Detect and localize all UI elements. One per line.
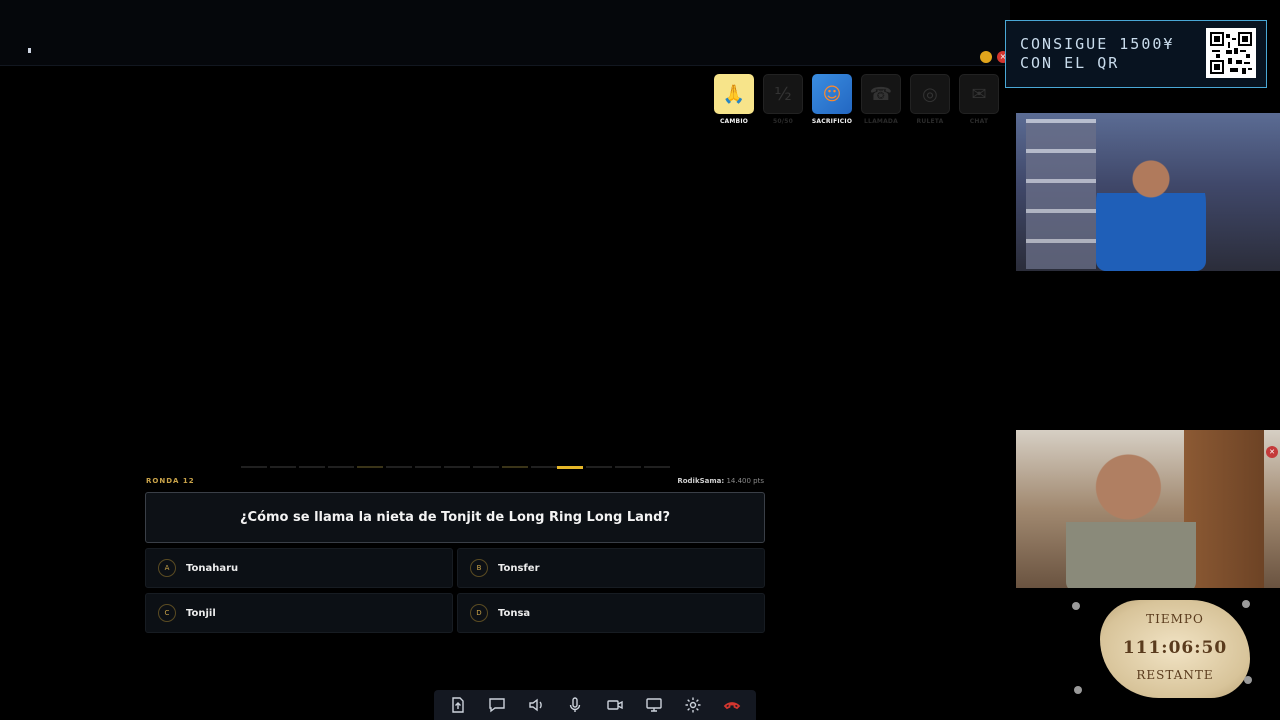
call-toolbar <box>434 690 756 720</box>
speaker-button[interactable] <box>522 692 550 718</box>
powerup-label: 50/50 <box>773 118 793 125</box>
answer-text: Tonsa <box>498 607 531 619</box>
answer-letter: C <box>158 604 176 622</box>
phone-call-icon: ☎ <box>861 74 901 114</box>
powerup-label: LLAMADA <box>864 118 898 125</box>
microphone-icon <box>570 697 581 712</box>
share-screen-button[interactable] <box>444 692 472 718</box>
answer-c[interactable]: C Tonjil <box>145 593 453 633</box>
answer-letter: A <box>158 559 176 577</box>
screen-icon <box>646 698 662 712</box>
powerup-chat[interactable]: ✉ CHAT <box>959 74 999 125</box>
promo-line-1: CONSIGUE 1500¥ <box>1020 35 1175 53</box>
powerup-label: CHAT <box>969 118 989 125</box>
streamer-avatar <box>1096 153 1206 271</box>
answer-b[interactable]: B Tonsfer <box>457 548 765 588</box>
timer-title: TIEMPO <box>1146 612 1204 626</box>
powerup-llamada[interactable]: ☎ LLAMADA <box>861 74 901 125</box>
qr-code-icon <box>1206 28 1256 78</box>
player-points: 14.400 pts <box>726 477 764 485</box>
round-progress <box>241 466 671 469</box>
share-screen-icon <box>451 697 464 713</box>
chat-icon: ✉ <box>959 74 999 114</box>
answer-letter: B <box>470 559 488 577</box>
answer-text: Tonaharu <box>186 562 239 574</box>
player-score: RodikSama: 14.400 pts <box>600 477 764 485</box>
chat-icon <box>489 698 505 713</box>
powerup-label: RULETA <box>916 118 944 125</box>
fifty-fifty-icon: ½ <box>763 74 803 114</box>
answer-a[interactable]: A Tonaharu <box>145 548 453 588</box>
top-bar <box>0 0 1010 66</box>
powerup-cambio[interactable]: 🙏 CAMBIO <box>714 74 754 125</box>
hang-up-button[interactable] <box>718 692 746 718</box>
muted-icon: ✕ <box>1266 446 1278 458</box>
character-icon: ☺ <box>812 74 852 114</box>
mouse-cursor <box>28 48 31 53</box>
hands-icon: 🙏 <box>714 74 754 114</box>
settings-button[interactable] <box>679 692 707 718</box>
promo-line-2: CON EL QR <box>1020 54 1120 72</box>
webcam-streamer <box>1016 113 1280 271</box>
answer-letter: D <box>470 604 488 622</box>
powerup-50-50[interactable]: ½ 50/50 <box>763 74 803 125</box>
guest-avatar <box>1066 442 1196 588</box>
countdown-timer: TIEMPO 111:06:50 RESTANTE <box>1070 596 1260 704</box>
powerup-ruleta[interactable]: ◎ RULETA <box>910 74 950 125</box>
round-label: RONDA 12 <box>146 477 195 485</box>
webcam-guest: ✕ <box>1016 430 1280 588</box>
minimize-button[interactable] <box>980 51 992 63</box>
answer-text: Tonjil <box>186 607 216 619</box>
answer-d[interactable]: D Tonsa <box>457 593 765 633</box>
qr-promo-banner[interactable]: CONSIGUE 1500¥ CON EL QR <box>1005 20 1267 88</box>
question-box: ¿Cómo se llama la nieta de Tonjit de Lon… <box>145 492 765 543</box>
hang-up-icon <box>724 702 741 710</box>
timer-value: 111:06:50 <box>1122 638 1228 658</box>
camera-icon <box>606 700 623 710</box>
chat-button[interactable] <box>483 692 511 718</box>
roulette-icon: ◎ <box>910 74 950 114</box>
gear-icon <box>685 697 701 713</box>
timer-subtitle: RESTANTE <box>1136 668 1214 682</box>
powerup-label: CAMBIO <box>719 118 749 125</box>
powerup-label: SACRIFICIO <box>811 118 853 125</box>
powerup-bar: 🙏 CAMBIO ½ 50/50 ☺ SACRIFICIO ☎ LLAMADA … <box>714 74 999 125</box>
screen-button[interactable] <box>640 692 668 718</box>
powerup-sacrificio[interactable]: ☺ SACRIFICIO <box>812 74 852 125</box>
camera-button[interactable] <box>601 692 629 718</box>
answer-text: Tonsfer <box>498 562 540 574</box>
microphone-button[interactable] <box>561 692 589 718</box>
speaker-icon <box>529 698 542 712</box>
player-name: RodikSama: <box>677 477 725 485</box>
